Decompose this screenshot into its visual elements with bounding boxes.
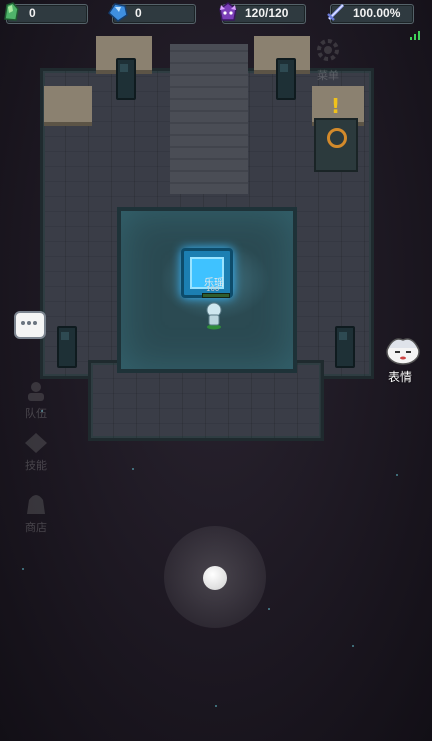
energy-counter[interactable]: 120/120 — [219, 2, 306, 24]
chat-dot — [21, 321, 25, 325]
skill-button[interactable]: 技能 — [16, 432, 56, 473]
star — [352, 645, 354, 647]
chat-dot — [27, 321, 31, 325]
green-crystal-icon — [4, 2, 19, 21]
skill-button-label: 技能 — [25, 459, 47, 472]
bag-icon — [27, 495, 45, 514]
green-gem-value: 0 — [29, 6, 36, 20]
shop-button-label: 商店 — [25, 521, 47, 534]
joystick-knob[interactable] — [203, 566, 227, 590]
green-gem-counter[interactable]: 0 — [4, 2, 88, 24]
sword-icon — [327, 3, 345, 21]
quest-alert-icon: ! — [331, 94, 341, 118]
star — [22, 568, 24, 570]
team-icon — [28, 382, 44, 401]
wall-ledge-left — [44, 86, 92, 126]
shop-button[interactable]: 商店 — [16, 492, 56, 535]
blue-crystal-icon — [108, 3, 128, 22]
pillar — [116, 58, 136, 100]
emote-label: 表情 — [388, 370, 413, 384]
blue-gem-value: 0 — [135, 6, 142, 20]
purple-demon-icon — [219, 2, 237, 21]
team-button-label: 队伍 — [25, 407, 47, 420]
stone-corridor — [170, 44, 248, 194]
star — [396, 474, 398, 476]
team-button[interactable]: 队伍 — [16, 380, 56, 421]
star — [132, 468, 134, 470]
star — [268, 608, 270, 610]
pillar — [276, 58, 296, 100]
character-level: 100 — [206, 285, 220, 293]
chat-dot — [33, 321, 37, 325]
crescent-pet-icon — [237, 315, 243, 327]
signal-icon — [410, 31, 420, 40]
menu-button-label: 菜单 — [317, 69, 339, 82]
chat-button[interactable] — [14, 311, 46, 339]
progress-value: 100.00% — [353, 6, 401, 20]
star — [215, 705, 217, 707]
player-character[interactable] — [205, 302, 223, 330]
character-health-bar — [202, 293, 230, 298]
progress-counter[interactable]: 100.00% — [327, 3, 414, 24]
energy-value: 120/120 — [245, 6, 289, 20]
pillar — [57, 326, 77, 368]
skill-icon — [25, 433, 47, 453]
pillar — [335, 326, 355, 368]
blue-gem-counter[interactable]: 0 — [108, 3, 196, 24]
emote-button[interactable] — [384, 336, 422, 366]
resource-bar: 0 0 120/120 100.00% — [0, 0, 432, 40]
quest-object[interactable] — [314, 118, 358, 172]
menu-button[interactable]: 菜单 — [308, 36, 348, 83]
gear-icon — [317, 39, 339, 61]
